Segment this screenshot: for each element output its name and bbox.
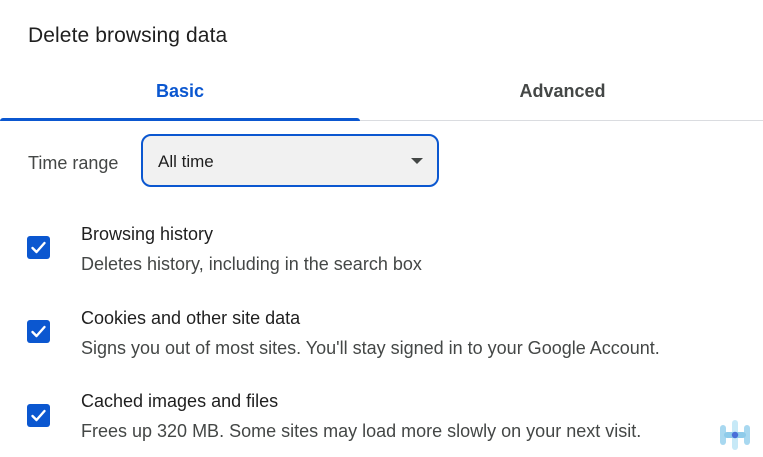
time-range-value: All time	[158, 152, 214, 171]
dialog-title: Delete browsing data	[28, 24, 228, 47]
option-title: Cookies and other site data	[81, 308, 301, 328]
delete-browsing-data-dialog: Delete browsing data Basic Advanced Time…	[0, 0, 763, 457]
check-icon	[31, 241, 46, 254]
time-range-select[interactable]: All time	[141, 134, 439, 187]
option-title: Browsing history	[81, 224, 214, 244]
option-description: Frees up 320 MB. Some sites may load mor…	[81, 421, 642, 441]
option-description: Signs you out of most sites. You'll stay…	[81, 338, 660, 358]
caret-down-icon	[411, 158, 423, 164]
check-icon	[31, 325, 46, 338]
tab-selected-indicator	[0, 118, 360, 121]
time-range-label: Time range	[28, 153, 119, 173]
option-title: Cached images and files	[81, 391, 279, 411]
check-icon	[31, 409, 46, 422]
browsing-history-checkbox[interactable]	[27, 236, 50, 259]
tab-basic[interactable]: Basic	[0, 62, 360, 120]
tab-bar: Basic Advanced	[0, 62, 763, 121]
tab-advanced[interactable]: Advanced	[362, 62, 763, 120]
brand-watermark-icon	[720, 420, 750, 450]
cached-images-checkbox[interactable]	[27, 404, 50, 427]
option-description: Deletes history, including in the search…	[81, 254, 422, 274]
cookies-checkbox[interactable]	[27, 320, 50, 343]
